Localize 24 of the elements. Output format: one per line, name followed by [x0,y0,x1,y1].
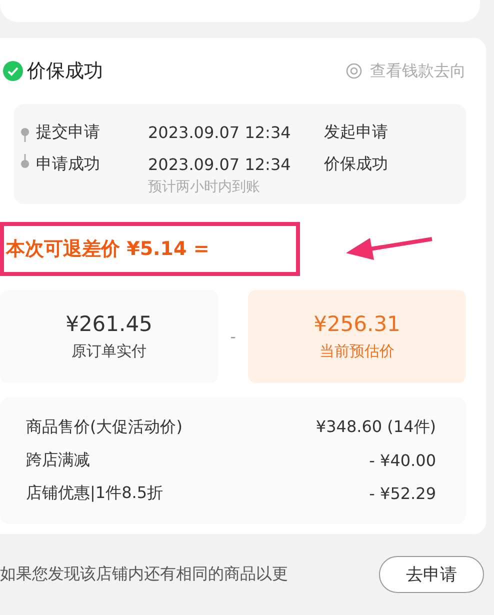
check-icon [3,61,23,81]
detail-value: ¥348.60 (14件) [316,417,436,438]
current-price: ¥256.31 [314,312,400,336]
detail-value: - ¥52.29 [369,484,436,503]
detail-label: 跨店满减 [26,450,90,471]
timeline-step: 申请成功 [36,154,148,174]
timeline-note: 预计两小时内到账 [147,178,261,196]
original-price-label: 原订单实付 [72,342,146,361]
timeline-time: 2023.09.07 12:34 [148,122,292,142]
timeline-time: 2023.09.07 12:34 [148,154,292,174]
refund-amount: 本次可退差价 ¥5.14 = [6,237,210,262]
status-title: 价保成功 [27,59,103,84]
current-price-label: 当前预估价 [320,342,394,361]
hint-text: 如果您发现该店铺内还有相同的商品以更 [0,564,288,585]
minus-sign: - [229,327,237,346]
detail-label: 店铺优惠|1件8.5折 [26,483,164,504]
apply-button[interactable]: 去申请 [379,556,484,593]
timeline-result: 发起申请 [324,122,388,142]
timeline-result: 价保成功 [324,154,388,174]
original-price: ¥261.45 [66,312,152,336]
timeline-step: 提交申请 [36,122,148,142]
eye-icon [346,63,362,79]
detail-value: - ¥40.00 [369,451,436,470]
detail-label: 商品售价(大促活动价) [26,417,182,438]
